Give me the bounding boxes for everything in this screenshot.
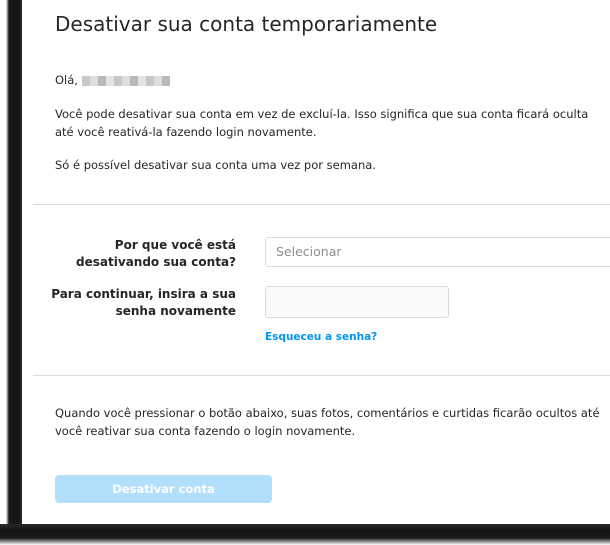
password-label: Para continuar, insira a sua senha novam… bbox=[51, 287, 236, 318]
reason-select[interactable]: Selecionar bbox=[265, 237, 610, 267]
window-shadow-bottom bbox=[0, 524, 610, 545]
reason-label: Por que você está desativando sua conta? bbox=[76, 238, 236, 269]
deactivate-account-button[interactable]: Desativar conta temporariamente bbox=[55, 475, 272, 524]
deactivation-note: Quando você pressionar o botão abaixo, s… bbox=[55, 406, 600, 438]
intro-text: Você pode desativar sua conta em vez de … bbox=[55, 107, 589, 139]
deactivate-account-panel: Desativar sua conta temporariamente Olá,… bbox=[22, 0, 610, 524]
greeting-prefix: Olá, bbox=[55, 73, 78, 87]
section-divider bbox=[33, 375, 610, 376]
forgot-password-link[interactable]: Esqueceu a senha? bbox=[265, 331, 377, 343]
redacted-username bbox=[81, 75, 170, 86]
page-title: Desativar sua conta temporariamente bbox=[55, 12, 438, 36]
section-divider bbox=[33, 204, 610, 205]
reason-select-value: Selecionar bbox=[276, 244, 342, 259]
password-input[interactable] bbox=[265, 286, 449, 318]
greeting: Olá, bbox=[55, 71, 603, 89]
window-shadow-left bbox=[0, 0, 22, 545]
weekly-limit-text: Só é possível desativar sua conta uma ve… bbox=[55, 158, 376, 172]
